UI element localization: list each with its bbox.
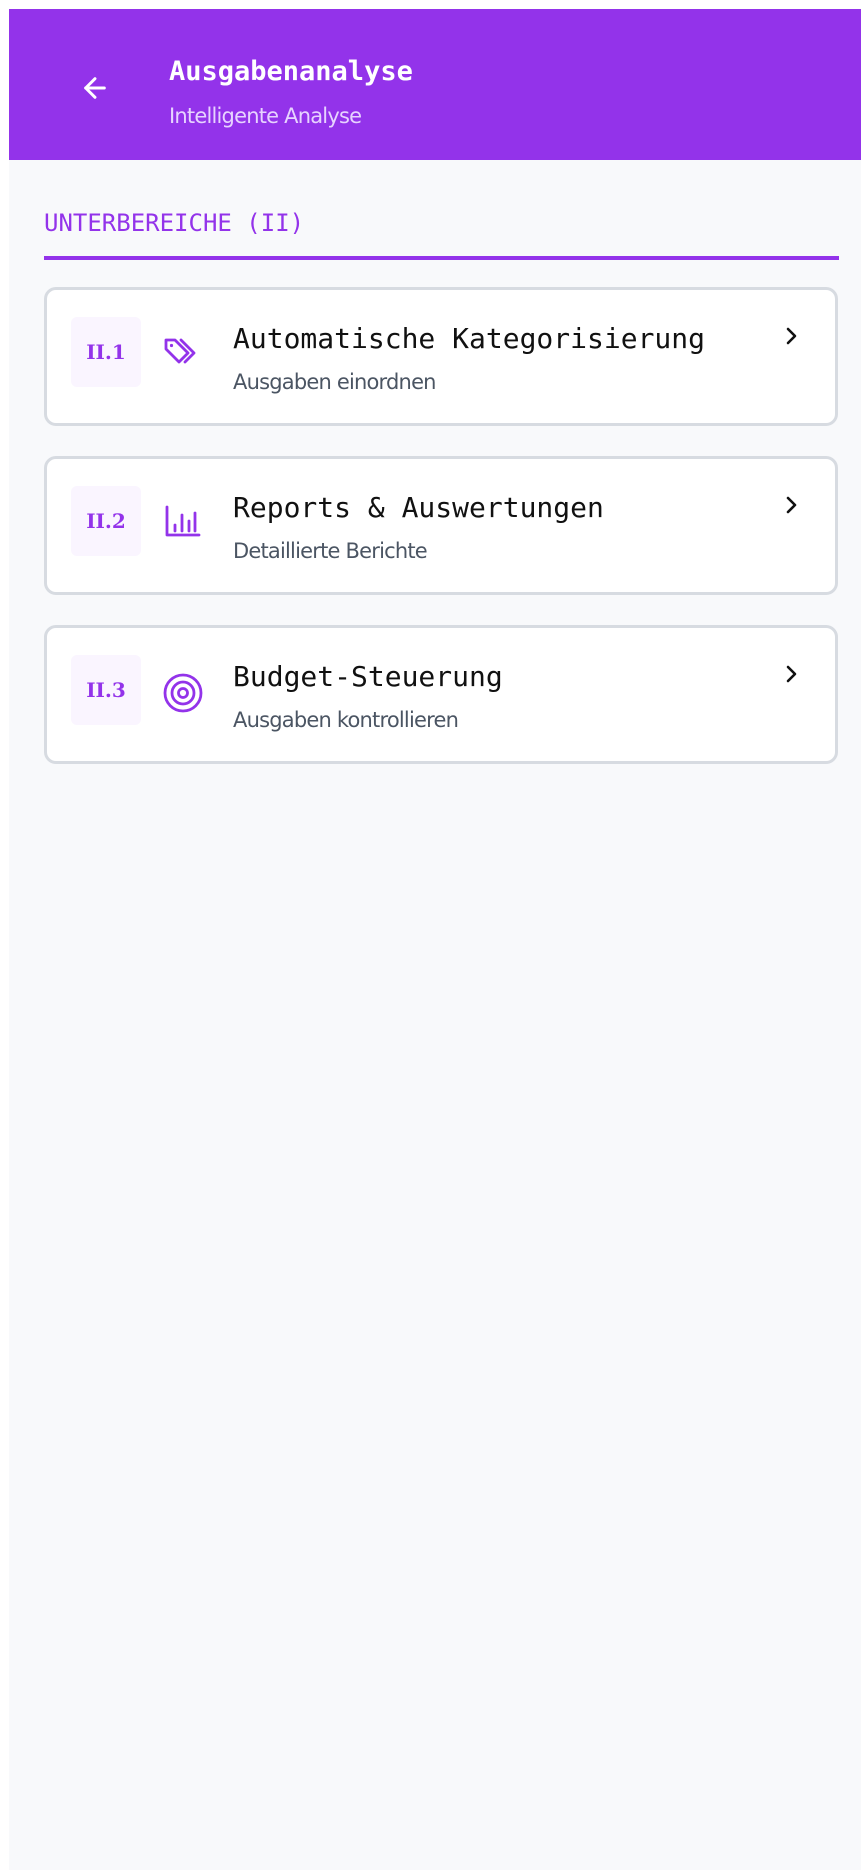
section-heading: UNTERBEREICHE (II) xyxy=(44,209,305,237)
chevron-right-icon xyxy=(779,662,803,686)
subsection-title: Budget-Steuerung xyxy=(233,660,503,693)
tags-icon xyxy=(162,334,204,376)
chevron-right-icon xyxy=(779,324,803,348)
subsection-title: Automatische Kategorisierung xyxy=(233,322,706,355)
arrow-left-icon xyxy=(79,72,111,104)
subsection-code-badge: II.3 xyxy=(71,655,141,725)
app-header: Ausgabenanalyse Intelligente Analyse xyxy=(9,9,861,160)
chevron-right-icon xyxy=(779,493,803,517)
page-subtitle: Intelligente Analyse xyxy=(169,104,362,128)
page-title: Ausgabenanalyse xyxy=(169,56,413,87)
subsection-description: Ausgaben kontrollieren xyxy=(233,708,459,732)
subsection-description: Detaillierte Berichte xyxy=(233,539,428,563)
subsection-card-budget-steuerung[interactable]: II.3 Budget-Steuerung Ausgaben kontrolli… xyxy=(44,625,838,764)
back-button[interactable] xyxy=(71,64,119,112)
subsection-code-badge: II.2 xyxy=(71,486,141,556)
subsection-code-badge: II.1 xyxy=(71,317,141,387)
app-screen: Ausgabenanalyse Intelligente Analyse UNT… xyxy=(9,9,861,1870)
bar-chart-icon xyxy=(162,503,204,545)
target-icon xyxy=(162,672,204,714)
subsection-card-automatische-kategorisierung[interactable]: II.1 Automatische Kategorisierung Ausgab… xyxy=(44,287,838,426)
section-divider xyxy=(44,256,839,260)
subsection-description: Ausgaben einordnen xyxy=(233,370,437,394)
subsection-title: Reports & Auswertungen xyxy=(233,491,604,524)
subsection-card-reports-auswertungen[interactable]: II.2 Reports & Auswertungen Detaillierte… xyxy=(44,456,838,595)
